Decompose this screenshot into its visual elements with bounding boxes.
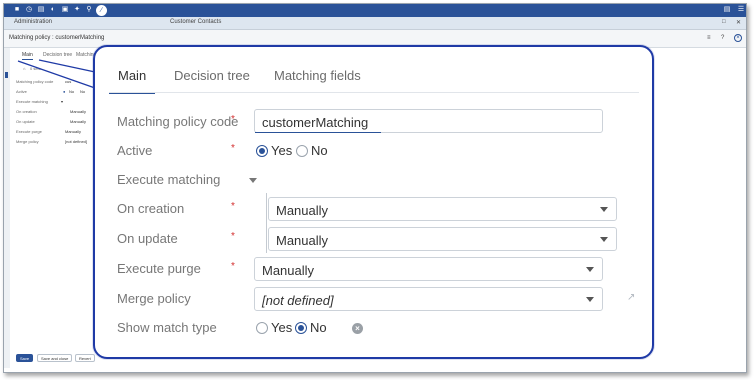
- zoom-tab-matching-fields[interactable]: Matching fields: [265, 63, 370, 92]
- tab-main[interactable]: Main: [22, 52, 33, 60]
- small-execute-matching-label: Execute matching: [16, 99, 48, 104]
- active-yes-radio[interactable]: [256, 145, 268, 157]
- active-no-label[interactable]: No: [311, 143, 328, 158]
- on-update-label: On update: [117, 231, 178, 246]
- on-creation-label: On creation: [117, 201, 185, 216]
- book-icon[interactable]: ▤: [723, 6, 731, 14]
- on-update-value: Manually: [276, 233, 329, 248]
- code-label: Matching policy code: [117, 114, 239, 129]
- small-on-creation-label: On creation: [16, 109, 37, 114]
- active-no-radio[interactable]: [296, 145, 308, 157]
- small-active-yes[interactable]: No: [69, 89, 74, 94]
- execute-purge-label: Execute purge: [117, 261, 201, 276]
- show-match-no-label[interactable]: No: [310, 320, 327, 335]
- menu-icon[interactable]: ☰: [737, 6, 745, 14]
- tab-divider: [109, 92, 639, 93]
- on-update-select[interactable]: Manually: [268, 227, 617, 251]
- zoom-tab-decision-tree[interactable]: Decision tree: [165, 63, 259, 92]
- close-circle-icon[interactable]: ×: [734, 34, 742, 42]
- execute-purge-select[interactable]: Manually: [254, 257, 603, 281]
- small-execute-purge-value[interactable]: Manually: [65, 129, 81, 134]
- small-execute-purge-label: Execute purge: [16, 129, 42, 134]
- page-title: Matching policy : customerMatching: [9, 35, 105, 41]
- settings-icon[interactable]: ≡: [707, 35, 711, 41]
- tab-decision-tree[interactable]: Decision tree: [43, 52, 72, 58]
- module-label: Administration: [14, 19, 53, 25]
- active-yes-label[interactable]: Yes: [271, 143, 292, 158]
- small-collapse-icon[interactable]: ▾: [61, 99, 63, 104]
- clock-icon[interactable]: ◷: [25, 6, 33, 14]
- document-icon[interactable]: ▤: [37, 6, 45, 14]
- chevron-down-icon: [586, 297, 594, 302]
- small-active-no[interactable]: No: [80, 89, 85, 94]
- wrench-icon[interactable]: ✦: [73, 6, 81, 14]
- show-match-type-label: Show match type: [117, 320, 217, 335]
- clear-icon[interactable]: ×: [352, 323, 363, 334]
- search-icon[interactable]: ⚲: [85, 6, 93, 14]
- small-merge-policy-label: Merge policy: [16, 139, 39, 144]
- required-marker: *: [231, 143, 235, 154]
- required-marker: *: [231, 231, 235, 242]
- left-navigation-strip: [4, 48, 10, 368]
- small-active-label: Active: [16, 89, 27, 94]
- chevron-down-icon[interactable]: [249, 178, 257, 183]
- code-input[interactable]: customerMatching: [254, 109, 603, 133]
- restore-icon[interactable]: □: [722, 19, 726, 25]
- save-and-close-button[interactable]: Save and close: [37, 354, 73, 362]
- small-on-update-value[interactable]: Manually: [70, 119, 86, 124]
- module-title: Customer Contacts: [170, 19, 222, 25]
- code-value: customerMatching: [262, 115, 369, 130]
- zoom-tab-main[interactable]: Main: [109, 63, 156, 94]
- close-icon[interactable]: ✕: [736, 19, 741, 26]
- breadcrumb[interactable]: 0 sets: [30, 66, 41, 71]
- merge-policy-value: [not defined]: [262, 293, 334, 308]
- wand-icon[interactable]: ∕: [96, 5, 107, 16]
- home-icon[interactable]: ■: [13, 6, 21, 14]
- open-external-icon[interactable]: ↗: [627, 293, 637, 303]
- chevron-down-icon: [600, 207, 608, 212]
- gauge-icon[interactable]: ◐: [49, 6, 57, 14]
- small-on-update-label: On update: [16, 119, 35, 124]
- show-match-yes-radio[interactable]: [256, 322, 268, 334]
- execute-purge-value: Manually: [262, 263, 315, 278]
- merge-policy-label: Merge policy: [117, 291, 191, 306]
- small-code-label: Matching policy code: [16, 79, 54, 84]
- small-radio-on[interactable]: ●: [63, 89, 65, 94]
- show-match-no-radio[interactable]: [295, 322, 307, 334]
- revert-button[interactable]: Revert: [75, 354, 95, 362]
- database-icon[interactable]: ▣: [61, 6, 69, 14]
- chevron-down-icon: [586, 267, 594, 272]
- nav-indicator: [5, 72, 8, 78]
- small-on-creation-value[interactable]: Manually: [70, 109, 86, 114]
- zoom-callout-panel: Main Decision tree Matching fields Match…: [93, 45, 654, 359]
- required-marker: *: [231, 201, 235, 212]
- chevron-down-icon: [600, 237, 608, 242]
- on-creation-select[interactable]: Manually: [268, 197, 617, 221]
- merge-policy-select[interactable]: [not defined]: [254, 287, 603, 311]
- input-focus-line: [255, 132, 381, 133]
- required-marker: *: [231, 114, 235, 125]
- group-indent-rule: [266, 193, 267, 253]
- top-toolbar: ■ ◷ ▤ ◐ ▣ ✦ ⚲ ∕ ▤ ☰: [4, 4, 746, 17]
- home-icon[interactable]: ⌂: [23, 66, 25, 71]
- show-match-yes-label[interactable]: Yes: [271, 320, 292, 335]
- on-creation-value: Manually: [276, 203, 329, 218]
- module-bar: Administration Customer Contacts □ ✕: [4, 17, 746, 30]
- active-label: Active: [117, 143, 153, 158]
- small-merge-policy-value[interactable]: [not defined]: [65, 139, 87, 144]
- execute-matching-label: Execute matching: [117, 172, 221, 187]
- small-code-value[interactable]: cus: [65, 79, 71, 84]
- help-icon[interactable]: ?: [721, 35, 724, 41]
- save-button[interactable]: Save: [16, 354, 34, 362]
- required-marker: *: [231, 261, 235, 272]
